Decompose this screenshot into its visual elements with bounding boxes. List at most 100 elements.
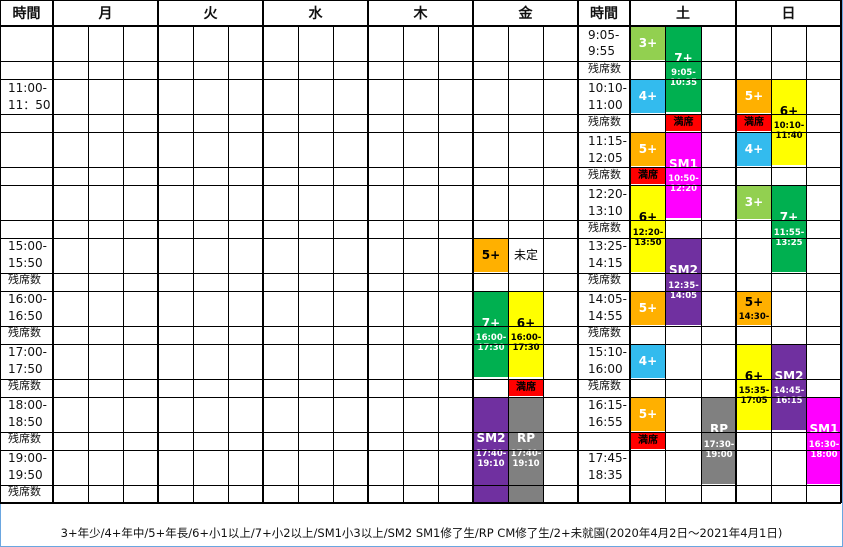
class-block-label: 5+ [638, 301, 658, 316]
right-slot-9-line2: 18:35 [588, 468, 623, 482]
right-slot-5-line2: 14:15 [588, 256, 623, 270]
class-block-label: 7+ [481, 315, 501, 330]
grid-hline [0, 291, 841, 292]
right-slot-7-remain: 残席数 [588, 379, 621, 392]
right-slot-1-remain: 残席数 [588, 62, 621, 75]
schedule-table: 時間 月 火 水 木 金 時間 土 日 11:00- 11：50 15:00- … [0, 0, 843, 547]
class-block-sat-5plus-a: 5+ [631, 133, 665, 166]
class-block-fri-full: 満席 [509, 379, 543, 396]
grid-hline [0, 344, 841, 345]
right-slot-2-line1: 10:10- [588, 81, 627, 95]
right-slot-9-line1: 17:45- [588, 451, 627, 465]
class-block-label: 未定 [513, 248, 538, 263]
class-block-fri-6plus: 6+ 16:00- 17:30 [509, 292, 543, 377]
right-slot-6-line1: 14:05- [588, 292, 627, 306]
grid-hline [0, 485, 841, 486]
class-block-label: 6+ [744, 368, 764, 383]
class-block-sat-5plus-b: 5+ [631, 292, 665, 325]
grid-vline [262, 0, 264, 503]
header-sat: 土 [676, 6, 690, 22]
right-slot-1-line2: 9:55 [588, 44, 615, 58]
class-block-sat-6plus: 6+ 12:20- 13:50 [631, 186, 665, 272]
class-block-sat-full-b: 満席 [631, 167, 665, 184]
right-slot-8-line1: 16:15- [588, 398, 627, 412]
class-block-sat-4plus-a: 4+ [631, 80, 665, 113]
class-block-label: SM2 [669, 263, 698, 278]
class-block-sun-4plus: 4+ [737, 133, 771, 166]
class-block-label: 5+ [638, 142, 658, 157]
class-block-label: SM1 [809, 422, 839, 437]
right-slot-6-remain: 残席数 [588, 326, 621, 339]
grid-hline [0, 220, 841, 221]
left-slot-6-line1: 16:00- [8, 292, 47, 306]
grid-hline [0, 238, 841, 239]
grid-hline [0, 450, 841, 451]
left-slot-9-line1: 19:00- [8, 451, 47, 465]
class-block-label: 5+ [744, 294, 764, 309]
class-block-label: 満席 [516, 381, 536, 393]
right-slot-2-remain: 残席数 [588, 115, 621, 128]
class-block-fri-undecided: 未定 [509, 239, 543, 272]
class-block-sat-3plus: 3+ [631, 27, 665, 60]
header-tue: 火 [203, 6, 218, 22]
grid-hline [0, 132, 841, 133]
left-slot-8-line1: 18:00- [8, 398, 47, 412]
grid-hline [0, 502, 841, 504]
grid-hline [0, 326, 841, 327]
left-slot-9-remain: 残席数 [8, 485, 41, 498]
class-block-fri-7plus: 7+ 16:00- 17:30 [474, 292, 508, 377]
right-slot-3-line2: 12:05 [588, 151, 623, 165]
grid-vline [629, 0, 631, 503]
header-thu: 木 [413, 6, 428, 22]
left-slot-6-remain: 残席数 [8, 326, 41, 339]
right-slot-7-line2: 16:00 [588, 362, 623, 376]
class-block-time: 14:30- [738, 312, 770, 323]
class-block-label: SM2 [774, 368, 804, 383]
class-block-sat-4plus-b: 4+ [631, 345, 665, 378]
class-block-label: SM1 [669, 156, 698, 171]
class-block-label: 4+ [744, 142, 764, 157]
left-slot-5-line2: 15:50 [8, 256, 43, 270]
class-block-label: RP [516, 431, 536, 446]
class-block-sat-5plus-c: 5+ [631, 398, 665, 431]
grid-hline [0, 167, 841, 168]
grid-vline [472, 0, 474, 503]
grid-hline [0, 273, 841, 274]
class-block-fri-5plus: 5+ [474, 239, 508, 272]
class-block-label: 6+ [779, 103, 799, 118]
right-slot-4-remain: 残席数 [588, 221, 621, 234]
grid-hline [0, 432, 841, 433]
class-block-label: 満席 [744, 116, 764, 128]
class-block-sun-5plus-a: 5+ [737, 80, 771, 113]
left-slot-8-line2: 18:50 [8, 415, 43, 429]
class-block-sat-sm1: SM1 10:50- 12:20 [666, 133, 701, 218]
class-block-sat-rp: RP 17:30- 19:00 [702, 398, 736, 484]
header-mon: 月 [98, 6, 113, 22]
class-block-sat-full-c: 満席 [631, 432, 665, 449]
left-slot-9-line2: 19:50 [8, 468, 43, 482]
class-block-label: RP [709, 422, 729, 437]
right-slot-3-line1: 11:15- [588, 134, 627, 148]
legend-note: 3+年少/4+年中/5+年長/6+小1以上/7+小2以上/SM1小3以上/SM2… [60, 526, 783, 540]
grid-hline [0, 0, 841, 1]
right-slot-5-remain: 残席数 [588, 273, 621, 286]
right-slot-7-line1: 15:10- [588, 345, 627, 359]
grid-hline [0, 61, 841, 62]
class-block-time: 17:40- 19:10 [510, 448, 542, 469]
header-sun: 日 [781, 6, 796, 22]
class-block-label: 5+ [638, 407, 658, 422]
right-slot-3-remain: 残席数 [588, 168, 621, 181]
class-block-label: SM2 [476, 431, 506, 446]
class-block-sun-sm2: SM2 14:45- 16:15 [772, 345, 806, 430]
class-block-sat-sm2: SM2 12:35- 14:05 [666, 239, 701, 325]
left-slot-2-line2: 11：50 [8, 98, 51, 112]
right-slot-5-line1: 13:25- [588, 239, 627, 253]
right-slot-8-line2: 16:55 [588, 415, 623, 429]
class-block-label: 6+ [516, 315, 536, 330]
class-block-label: 7+ [779, 210, 799, 225]
left-slot-7-line1: 17:00- [8, 345, 47, 359]
class-block-label: 5+ [744, 89, 764, 104]
left-slot-5-remain: 残席数 [8, 273, 41, 286]
grid-hline [0, 25, 841, 27]
header-fri: 金 [518, 6, 533, 22]
